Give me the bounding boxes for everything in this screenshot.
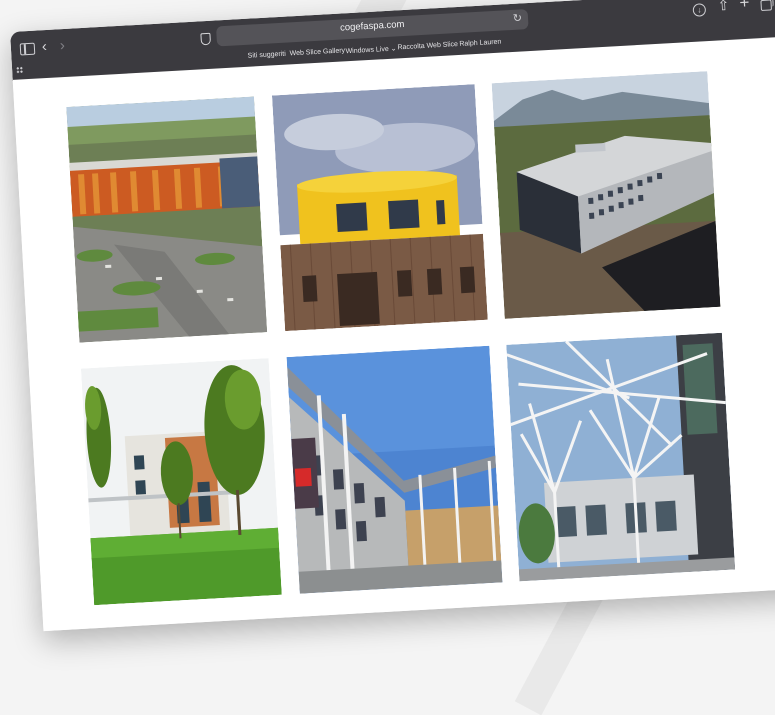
share-icon[interactable]: ⇧ (717, 0, 730, 13)
favorite-web-slice-gallery[interactable]: Web Slice Gallery (289, 47, 345, 57)
browser-window: ‹ › cogefaspa.com ↻ ↓ ⇧ + Siti suggeriti… (10, 0, 775, 632)
page-content (12, 35, 775, 632)
gallery-image-tree-column-atrium[interactable] (506, 332, 736, 582)
favorite-raccolta-web-slice[interactable]: Raccolta Web Slice (397, 41, 458, 51)
gallery-image-white-building-trees[interactable] (80, 358, 282, 606)
gallery-image-aerial-building[interactable] (66, 96, 268, 343)
new-tab-icon[interactable]: + (739, 0, 750, 12)
gallery-image-yellow-building[interactable] (271, 84, 488, 332)
favorite-ralph-lauren[interactable]: Ralph Lauren (459, 39, 501, 48)
favorites-grid-icon[interactable] (15, 66, 24, 74)
forward-arrow-icon[interactable]: › (59, 37, 65, 54)
favorite-windows-live[interactable]: Windows Live ⌄ (345, 44, 396, 55)
gallery-image-grey-office[interactable] (491, 71, 721, 319)
gallery-image-mall-canopy[interactable] (286, 345, 503, 594)
sidebar-toggle-icon[interactable] (19, 42, 36, 56)
tab-overview-icon[interactable] (760, 0, 772, 12)
favorite-siti-suggeriti[interactable]: Siti suggeriti (248, 51, 286, 60)
downloads-icon[interactable]: ↓ (692, 3, 707, 17)
privacy-shield-icon[interactable] (200, 32, 212, 46)
reload-icon[interactable]: ↻ (512, 11, 522, 24)
back-arrow-icon[interactable]: ‹ (41, 38, 47, 55)
